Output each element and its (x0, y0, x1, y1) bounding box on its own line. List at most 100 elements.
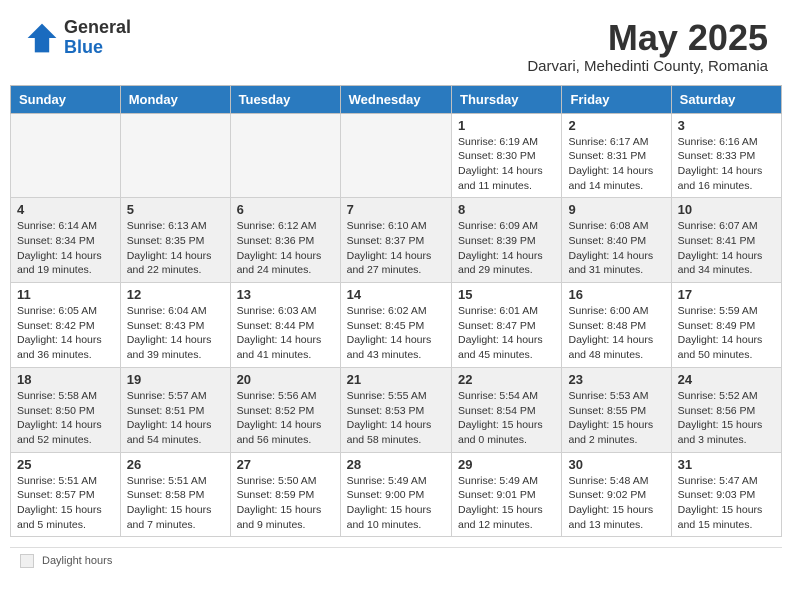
day-number: 5 (127, 202, 224, 217)
day-info: Sunrise: 5:51 AM Sunset: 8:57 PM Dayligh… (17, 474, 114, 533)
calendar-day-cell (120, 113, 230, 198)
footer: Daylight hours (10, 547, 782, 574)
logo-blue: Blue (64, 38, 131, 58)
day-number: 15 (458, 287, 555, 302)
daylight-label: Daylight hours (42, 555, 112, 567)
calendar-day-cell (11, 113, 121, 198)
day-info: Sunrise: 6:03 AM Sunset: 8:44 PM Dayligh… (237, 304, 334, 363)
day-number: 21 (347, 372, 445, 387)
day-number: 18 (17, 372, 114, 387)
calendar-header-row: SundayMondayTuesdayWednesdayThursdayFrid… (11, 85, 782, 113)
calendar-week-row: 1Sunrise: 6:19 AM Sunset: 8:30 PM Daylig… (11, 113, 782, 198)
calendar-day-cell: 14Sunrise: 6:02 AM Sunset: 8:45 PM Dayli… (340, 283, 451, 368)
day-number: 27 (237, 457, 334, 472)
day-info: Sunrise: 5:59 AM Sunset: 8:49 PM Dayligh… (678, 304, 775, 363)
calendar-week-row: 25 Sunrise: 5:51 AM Sunset: 8:57 PM Dayli… (11, 452, 782, 537)
day-number: 1 (458, 118, 555, 133)
logo-general: General (64, 18, 131, 38)
day-info: Sunrise: 5:49 AM Sunset: 9:00 PM Dayligh… (347, 474, 445, 533)
header: General Blue May 2025 Darvari, Mehedinti… (0, 0, 792, 85)
day-number: 17 (678, 287, 775, 302)
calendar-day-cell: 23 Sunrise: 5:53 AM Sunset: 8:55 PM Dayli… (562, 367, 671, 452)
daylight-box (20, 554, 34, 568)
calendar-week-row: 11 Sunrise: 6:05 AM Sunset: 8:42 PM Dayli… (11, 283, 782, 368)
calendar-header-sunday: Sunday (11, 85, 121, 113)
day-info: Sunrise: 5:55 AM Sunset: 8:53 PM Dayligh… (347, 389, 445, 448)
calendar-header-thursday: Thursday (452, 85, 562, 113)
day-info: Sunrise: 6:10 AM Sunset: 8:37 PM Dayligh… (347, 219, 445, 278)
day-info: Sunrise: 6:16 AM Sunset: 8:33 PM Dayligh… (678, 135, 775, 194)
calendar-day-cell: 22Sunrise: 5:54 AM Sunset: 8:54 PM Dayli… (452, 367, 562, 452)
day-info: Sunrise: 5:48 AM Sunset: 9:02 PM Dayligh… (568, 474, 664, 533)
day-number: 25 (17, 457, 114, 472)
day-info: Sunrise: 6:13 AM Sunset: 8:35 PM Dayligh… (127, 219, 224, 278)
day-info: Sunrise: 5:51 AM Sunset: 8:58 PM Dayligh… (127, 474, 224, 533)
day-info: Sunrise: 6:04 AM Sunset: 8:43 PM Dayligh… (127, 304, 224, 363)
month-title: May 2025 (527, 18, 768, 58)
day-info: Sunrise: 6:05 AM Sunset: 8:42 PM Dayligh… (17, 304, 114, 363)
day-number: 4 (17, 202, 114, 217)
logo: General Blue (24, 18, 131, 58)
calendar-day-cell: 25 Sunrise: 5:51 AM Sunset: 8:57 PM Dayli… (11, 452, 121, 537)
day-info: Sunrise: 5:57 AM Sunset: 8:51 PM Dayligh… (127, 389, 224, 448)
location-subtitle: Darvari, Mehedinti County, Romania (527, 58, 768, 75)
day-number: 13 (237, 287, 334, 302)
calendar-header-saturday: Saturday (671, 85, 781, 113)
calendar-day-cell: 18 Sunrise: 5:58 AM Sunset: 8:50 PM Dayli… (11, 367, 121, 452)
day-number: 8 (458, 202, 555, 217)
calendar-day-cell (230, 113, 340, 198)
calendar-table: SundayMondayTuesdayWednesdayThursdayFrid… (10, 85, 782, 538)
calendar-day-cell: 10Sunrise: 6:07 AM Sunset: 8:41 PM Dayli… (671, 198, 781, 283)
day-info: Sunrise: 6:01 AM Sunset: 8:47 PM Dayligh… (458, 304, 555, 363)
calendar-day-cell: 30 Sunrise: 5:48 AM Sunset: 9:02 PM Dayli… (562, 452, 671, 537)
calendar-day-cell: 3 Sunrise: 6:16 AM Sunset: 8:33 PM Daylig… (671, 113, 781, 198)
day-number: 30 (568, 457, 664, 472)
calendar-day-cell: 5 Sunrise: 6:13 AM Sunset: 8:35 PM Daylig… (120, 198, 230, 283)
calendar-day-cell: 11 Sunrise: 6:05 AM Sunset: 8:42 PM Dayli… (11, 283, 121, 368)
calendar-day-cell: 26Sunrise: 5:51 AM Sunset: 8:58 PM Dayli… (120, 452, 230, 537)
day-info: Sunrise: 5:52 AM Sunset: 8:56 PM Dayligh… (678, 389, 775, 448)
day-info: Sunrise: 6:00 AM Sunset: 8:48 PM Dayligh… (568, 304, 664, 363)
calendar-day-cell: 4 Sunrise: 6:14 AM Sunset: 8:34 PM Daylig… (11, 198, 121, 283)
calendar-day-cell: 28 Sunrise: 5:49 AM Sunset: 9:00 PM Dayli… (340, 452, 451, 537)
calendar-day-cell: 31Sunrise: 5:47 AM Sunset: 9:03 PM Dayli… (671, 452, 781, 537)
day-number: 19 (127, 372, 224, 387)
day-number: 11 (17, 287, 114, 302)
calendar-day-cell: 29Sunrise: 5:49 AM Sunset: 9:01 PM Dayli… (452, 452, 562, 537)
calendar-day-cell: 6 Sunrise: 6:12 AM Sunset: 8:36 PM Daylig… (230, 198, 340, 283)
day-number: 28 (347, 457, 445, 472)
day-info: Sunrise: 5:58 AM Sunset: 8:50 PM Dayligh… (17, 389, 114, 448)
calendar-day-cell: 8Sunrise: 6:09 AM Sunset: 8:39 PM Daylig… (452, 198, 562, 283)
calendar-day-cell: 19 Sunrise: 5:57 AM Sunset: 8:51 PM Dayli… (120, 367, 230, 452)
day-number: 14 (347, 287, 445, 302)
day-info: Sunrise: 6:12 AM Sunset: 8:36 PM Dayligh… (237, 219, 334, 278)
calendar-day-cell: 20 Sunrise: 5:56 AM Sunset: 8:52 PM Dayli… (230, 367, 340, 452)
day-number: 23 (568, 372, 664, 387)
calendar-day-cell: 1Sunrise: 6:19 AM Sunset: 8:30 PM Daylig… (452, 113, 562, 198)
day-info: Sunrise: 6:08 AM Sunset: 8:40 PM Dayligh… (568, 219, 664, 278)
day-info: Sunrise: 5:53 AM Sunset: 8:55 PM Dayligh… (568, 389, 664, 448)
day-number: 12 (127, 287, 224, 302)
day-number: 3 (678, 118, 775, 133)
calendar-header-wednesday: Wednesday (340, 85, 451, 113)
calendar-day-cell: 2 Sunrise: 6:17 AM Sunset: 8:31 PM Daylig… (562, 113, 671, 198)
day-info: Sunrise: 6:17 AM Sunset: 8:31 PM Dayligh… (568, 135, 664, 194)
calendar-day-cell: 17 Sunrise: 5:59 AM Sunset: 8:49 PM Dayli… (671, 283, 781, 368)
day-number: 6 (237, 202, 334, 217)
day-number: 24 (678, 372, 775, 387)
day-info: Sunrise: 5:49 AM Sunset: 9:01 PM Dayligh… (458, 474, 555, 533)
day-info: Sunrise: 6:07 AM Sunset: 8:41 PM Dayligh… (678, 219, 775, 278)
calendar-week-row: 18 Sunrise: 5:58 AM Sunset: 8:50 PM Dayli… (11, 367, 782, 452)
day-number: 2 (568, 118, 664, 133)
calendar-day-cell: 27Sunrise: 5:50 AM Sunset: 8:59 PM Dayli… (230, 452, 340, 537)
day-info: Sunrise: 6:14 AM Sunset: 8:34 PM Dayligh… (17, 219, 114, 278)
day-info: Sunrise: 5:56 AM Sunset: 8:52 PM Dayligh… (237, 389, 334, 448)
calendar-week-row: 4 Sunrise: 6:14 AM Sunset: 8:34 PM Daylig… (11, 198, 782, 283)
day-number: 20 (237, 372, 334, 387)
day-number: 22 (458, 372, 555, 387)
calendar-day-cell: 16Sunrise: 6:00 AM Sunset: 8:48 PM Dayli… (562, 283, 671, 368)
day-number: 31 (678, 457, 775, 472)
calendar-day-cell: 12 Sunrise: 6:04 AM Sunset: 8:43 PM Dayli… (120, 283, 230, 368)
day-number: 7 (347, 202, 445, 217)
calendar-day-cell: 9Sunrise: 6:08 AM Sunset: 8:40 PM Daylig… (562, 198, 671, 283)
